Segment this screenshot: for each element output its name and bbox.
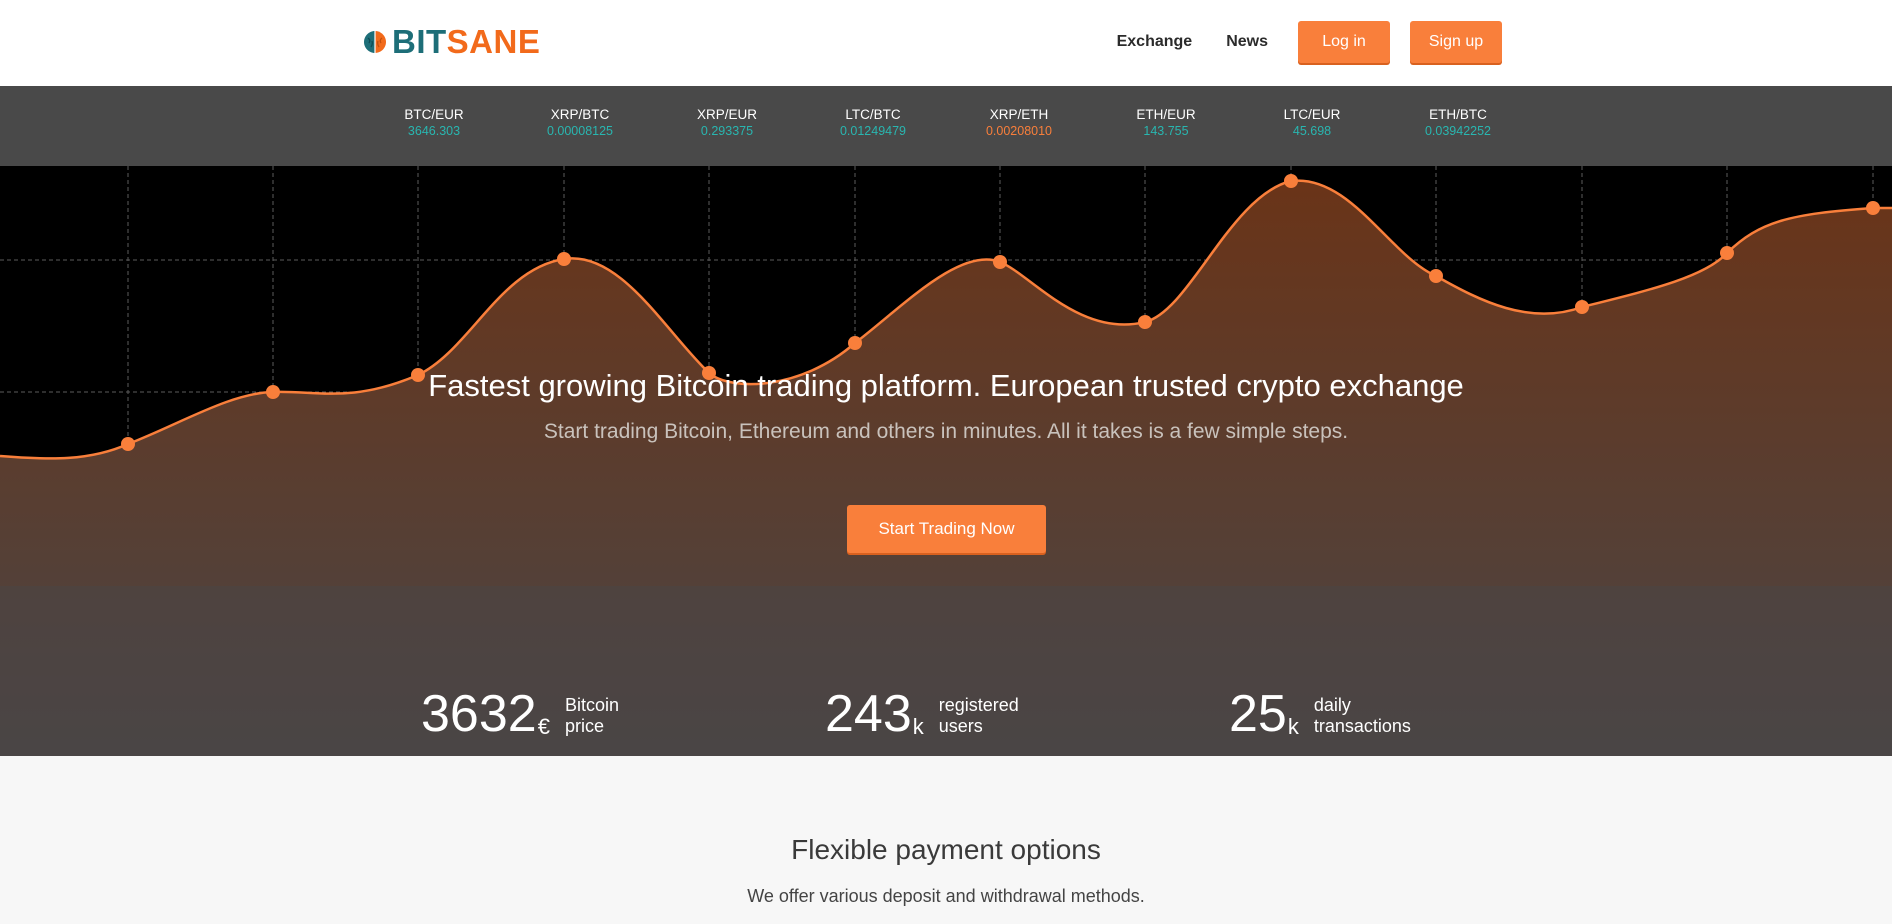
login-button[interactable]: Log in — [1298, 20, 1390, 63]
payment-options-section: Flexible payment options We offer variou… — [0, 756, 1892, 924]
stat-label: Bitcoin price — [564, 695, 619, 736]
site-header: BITSANE Exchange News Log in Sign up — [0, 0, 1892, 86]
stat-unit: € — [537, 714, 550, 739]
stat-unit: k — [912, 714, 924, 739]
ticker-item[interactable]: ETH/EUR 143.755 — [1106, 106, 1226, 140]
start-trading-button[interactable]: Start Trading Now — [847, 505, 1046, 553]
market-ticker: BTC/EUR 3646.303 XRP/BTC 0.00008125 XRP/… — [0, 86, 1892, 166]
ticker-item[interactable]: LTC/EUR 45.698 — [1252, 106, 1372, 140]
hero-title: Fastest growing Bitcoin trading platform… — [428, 368, 1464, 403]
ticker-value: 0.00008125 — [546, 124, 614, 138]
signup-button[interactable]: Sign up — [1410, 20, 1502, 63]
main-nav: Exchange News Log in Sign up — [1117, 20, 1502, 63]
ticker-value: 0.00208010 — [985, 124, 1053, 138]
ticker-value: 0.01249479 — [839, 124, 907, 138]
stat-bitcoin-price: 3632 € Bitcoin price — [421, 688, 619, 740]
ticker-pair: XRP/BTC — [550, 107, 610, 122]
stat-number: 25 — [1229, 685, 1287, 743]
ticker-value: 0.03942252 — [1424, 124, 1492, 138]
ticker-item[interactable]: XRP/BTC 0.00008125 — [520, 106, 640, 140]
ticker-value: 45.698 — [1292, 124, 1332, 138]
ticker-item[interactable]: LTC/BTC 0.01249479 — [813, 106, 933, 140]
ticker-item[interactable]: XRP/EUR 0.293375 — [667, 106, 787, 140]
ticker-pair: XRP/EUR — [696, 107, 757, 122]
ticker-pair: ETH/BTC — [1429, 107, 1487, 122]
stat-number: 3632 — [421, 685, 537, 743]
decorative-price-chart — [0, 166, 1892, 756]
ticker-pair: LTC/BTC — [845, 107, 901, 122]
ticker-value: 3646.303 — [407, 124, 461, 138]
ticker-value: 0.293375 — [700, 124, 754, 138]
brain-logo-icon — [364, 31, 386, 53]
nav-exchange-link[interactable]: Exchange — [1117, 33, 1193, 51]
stat-number: 243 — [825, 685, 912, 743]
bitsane-logo[interactable]: BITSANE — [362, 23, 540, 61]
logo-wordmark: BITSANE — [392, 23, 541, 60]
ticker-pair: ETH/EUR — [1136, 107, 1196, 122]
stat-label: daily transactions — [1313, 695, 1411, 736]
ticker-value: 143.755 — [1143, 124, 1189, 138]
section-title: Flexible payment options — [791, 834, 1101, 865]
nav-news-link[interactable]: News — [1226, 33, 1268, 51]
ticker-pair: LTC/EUR — [1283, 107, 1341, 122]
stat-daily-transactions: 25 k daily transactions — [1229, 688, 1411, 740]
section-subtitle: We offer various deposit and withdrawal … — [747, 886, 1145, 906]
ticker-item[interactable]: XRP/ETH 0.00208010 — [959, 106, 1079, 140]
ticker-item[interactable]: BTC/EUR 3646.303 — [374, 106, 494, 140]
stat-registered-users: 243 k registered users — [825, 688, 1019, 740]
stat-unit: k — [1287, 714, 1299, 739]
hero-section: Fastest growing Bitcoin trading platform… — [0, 166, 1892, 756]
stat-label: registered users — [938, 695, 1019, 736]
ticker-item[interactable]: ETH/BTC 0.03942252 — [1398, 106, 1518, 140]
ticker-pair: BTC/EUR — [404, 107, 464, 122]
hero-subtitle: Start trading Bitcoin, Ethereum and othe… — [543, 420, 1349, 443]
ticker-pair: XRP/ETH — [989, 107, 1049, 122]
